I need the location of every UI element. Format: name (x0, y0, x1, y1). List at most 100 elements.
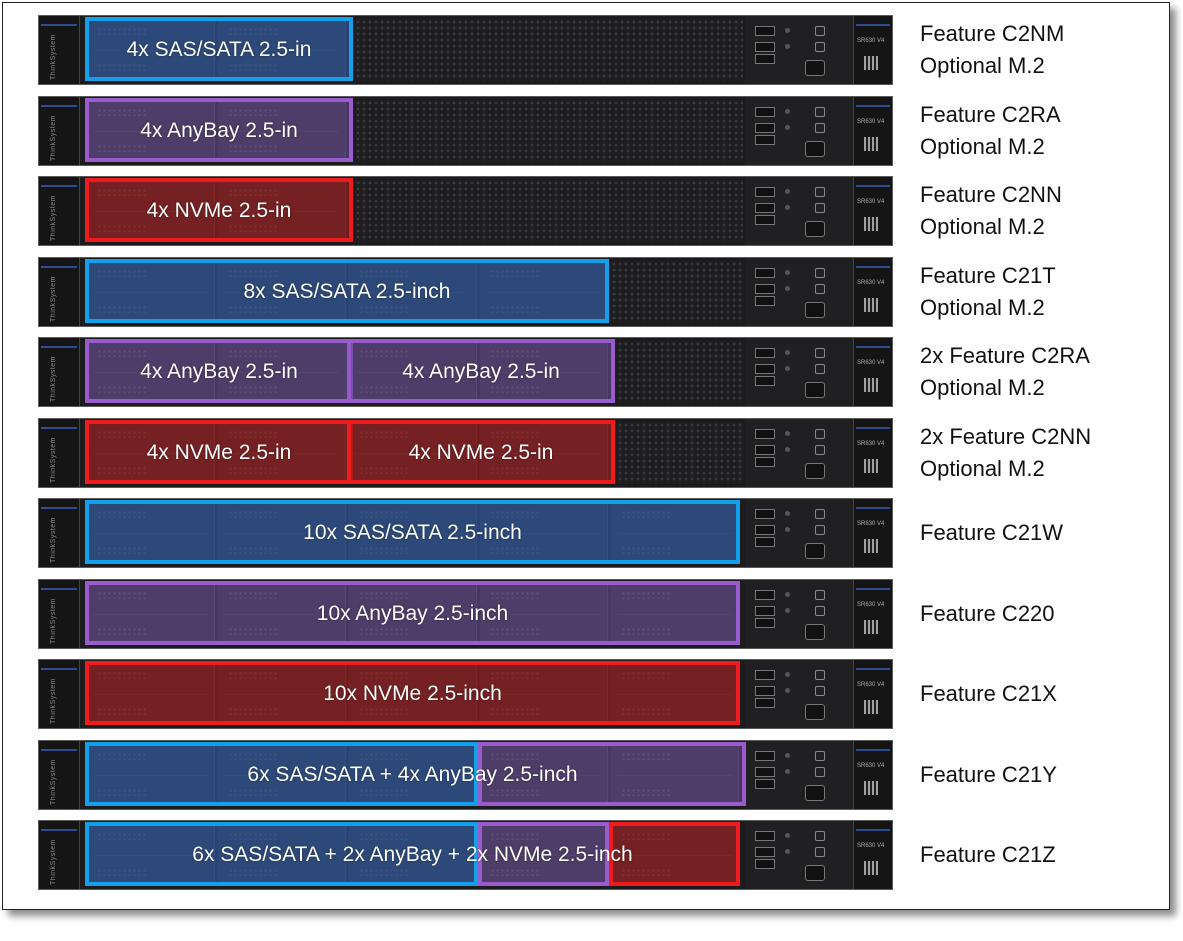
feature-code: Feature C21T (920, 263, 1056, 288)
qr-code-icon (864, 861, 878, 875)
brand-label: ThinkSystem (50, 839, 57, 885)
blue-stripe (41, 668, 77, 670)
server-chassis: ThinkSystem SR630 V4 4x AnyBay 2.5-in 4x An… (38, 337, 893, 407)
power-button-icon[interactable] (815, 123, 825, 133)
usb-port-icon (755, 457, 775, 467)
status-led-icon (785, 125, 790, 130)
blue-stripe (856, 105, 890, 107)
power-button-icon[interactable] (815, 525, 825, 535)
power-button-icon[interactable] (815, 751, 825, 761)
feature-code: Feature C220 (920, 601, 1055, 626)
right-ear: SR630 V4 (853, 177, 892, 245)
bay-group-label: 4x NVMe 2.5-in (146, 441, 292, 464)
blue-stripe (856, 507, 890, 509)
power-button-icon[interactable] (815, 847, 825, 857)
power-button-icon[interactable] (815, 429, 825, 439)
vga-port-icon (805, 141, 825, 157)
right-ear: SR630 V4 (853, 97, 892, 165)
status-led-icon (785, 366, 790, 371)
status-led-icon (785, 28, 790, 33)
bay-config-label: 6x SAS/SATA + 2x AnyBay + 2x NVMe 2.5-in… (192, 843, 633, 866)
feature-code-label: Feature C21X (920, 678, 1150, 710)
usb-port-icon (755, 123, 775, 133)
power-button-icon[interactable] (815, 606, 825, 616)
operator-panel (745, 16, 855, 84)
left-ear: ThinkSystem (39, 258, 80, 326)
feature-code-label: Feature C21W (920, 517, 1150, 549)
brand-label: ThinkSystem (50, 678, 57, 724)
power-button-icon[interactable] (815, 445, 825, 455)
feature-code-label: Feature C2NM Optional M.2 (920, 18, 1150, 82)
feature-option: Optional M.2 (920, 134, 1045, 159)
power-button-icon[interactable] (815, 686, 825, 696)
feature-code: Feature C21Z (920, 842, 1056, 867)
feature-option: Optional M.2 (920, 295, 1045, 320)
feature-option: Optional M.2 (920, 214, 1045, 239)
power-button-icon[interactable] (815, 42, 825, 52)
bay-group-label: 4x SAS/SATA 2.5-in (126, 38, 312, 61)
vent-blank-panel (349, 100, 743, 162)
model-label: SR630 V4 (857, 199, 885, 205)
feature-option: Optional M.2 (920, 456, 1045, 481)
blue-stripe (41, 185, 77, 187)
usb-port-icon (755, 376, 775, 386)
blue-stripe (856, 185, 890, 187)
power-button-icon[interactable] (815, 203, 825, 213)
power-button-icon[interactable] (815, 364, 825, 374)
right-ear: SR630 V4 (853, 499, 892, 567)
vga-port-icon (805, 463, 825, 479)
feature-code: Feature C21X (920, 681, 1057, 706)
bay-group-label: 10x NVMe 2.5-inch (323, 682, 502, 705)
qr-code-icon (864, 378, 878, 392)
vent-blank-panel (611, 341, 743, 403)
feature-code-label: Feature C21Z (920, 839, 1150, 871)
bay-group-label: 4x NVMe 2.5-in (408, 441, 554, 464)
vent-blank-panel (349, 19, 743, 81)
brand-label: ThinkSystem (50, 517, 57, 563)
power-button-icon[interactable] (815, 107, 825, 117)
usb-port-icon (755, 296, 775, 306)
blue-stripe (856, 588, 890, 590)
power-button-icon[interactable] (815, 284, 825, 294)
model-label: SR630 V4 (857, 521, 885, 527)
operator-panel (745, 177, 855, 245)
power-button-icon[interactable] (815, 509, 825, 519)
brand-label: ThinkSystem (50, 276, 57, 322)
blue-stripe (856, 427, 890, 429)
feature-code-label: Feature C21Y (920, 759, 1150, 791)
power-button-icon[interactable] (815, 26, 825, 36)
bay-config-label: 6x SAS/SATA + 4x AnyBay 2.5-inch (247, 763, 578, 786)
power-button-icon[interactable] (815, 268, 825, 278)
vga-port-icon (805, 60, 825, 76)
power-button-icon[interactable] (815, 831, 825, 841)
power-button-icon[interactable] (815, 348, 825, 358)
model-label: SR630 V4 (857, 38, 885, 44)
feature-code-label: 2x Feature C2RA Optional M.2 (920, 340, 1150, 404)
brand-label: ThinkSystem (50, 356, 57, 402)
model-label: SR630 V4 (857, 843, 885, 849)
bay-group-label: 4x AnyBay 2.5-in (402, 360, 560, 383)
vent-blank-panel (742, 663, 743, 725)
left-ear: ThinkSystem (39, 660, 80, 728)
qr-code-icon (864, 298, 878, 312)
server-chassis: ThinkSystem SR630 V4 10x SAS/SATA 2.5-inch (38, 498, 893, 568)
power-button-icon[interactable] (815, 767, 825, 777)
vent-blank-panel (611, 261, 743, 323)
usb-port-icon (755, 670, 775, 680)
blue-stripe (856, 829, 890, 831)
operator-panel (745, 580, 855, 648)
status-led-icon (785, 608, 790, 613)
usb-port-icon (755, 537, 775, 547)
right-ear: SR630 V4 (853, 338, 892, 406)
feature-code: Feature C21W (920, 520, 1064, 545)
model-label: SR630 V4 (857, 602, 885, 608)
status-led-icon (785, 350, 790, 355)
vga-port-icon (805, 382, 825, 398)
brand-label: ThinkSystem (50, 437, 57, 483)
power-button-icon[interactable] (815, 187, 825, 197)
feature-option: Optional M.2 (920, 53, 1045, 78)
power-button-icon[interactable] (815, 590, 825, 600)
power-button-icon[interactable] (815, 670, 825, 680)
status-led-icon (785, 431, 790, 436)
qr-code-icon (864, 459, 878, 473)
